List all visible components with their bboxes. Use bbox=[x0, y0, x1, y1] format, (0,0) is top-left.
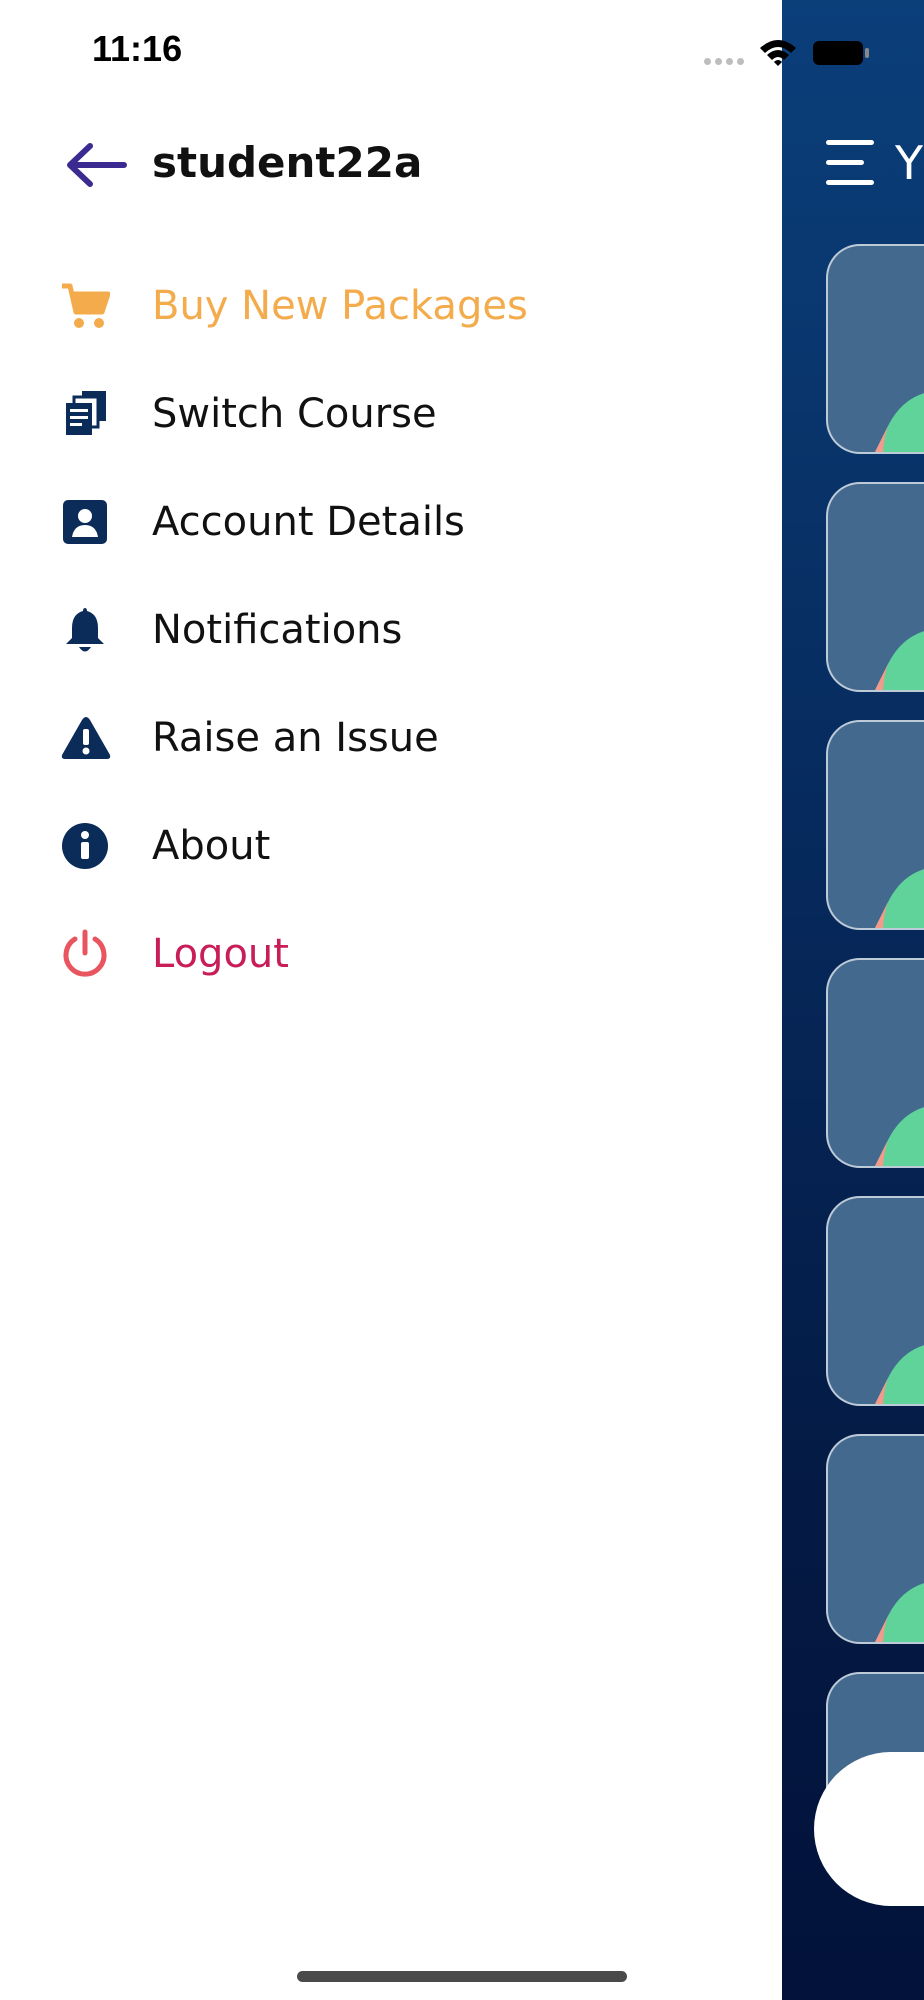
switch-course-icon bbox=[66, 391, 106, 435]
hamburger-menu-icon[interactable] bbox=[826, 138, 882, 186]
menu-item-label: Account Details bbox=[152, 499, 465, 545]
avatar-illustration-icon bbox=[875, 1107, 924, 1166]
menu-item-label: Notifications bbox=[152, 607, 403, 653]
menu-item-notifications[interactable]: Notifications bbox=[60, 590, 740, 670]
menu-item-account-details[interactable]: Account Details bbox=[60, 482, 740, 562]
menu-item-about[interactable]: About bbox=[60, 806, 740, 886]
signal-dot-icon bbox=[704, 58, 711, 65]
course-card[interactable] bbox=[826, 244, 924, 454]
home-indicator[interactable] bbox=[297, 1971, 627, 1982]
main-screen-title: Y bbox=[895, 136, 924, 190]
back-arrow-icon[interactable] bbox=[64, 140, 128, 190]
course-card[interactable] bbox=[826, 958, 924, 1168]
signal-dot-icon bbox=[737, 58, 744, 65]
bell-icon bbox=[66, 608, 104, 652]
course-card[interactable] bbox=[826, 720, 924, 930]
power-icon bbox=[63, 929, 107, 977]
battery-icon bbox=[813, 41, 869, 65]
signal-dot-icon bbox=[715, 58, 722, 65]
warning-icon bbox=[61, 717, 111, 759]
menu-item-raise-an-issue[interactable]: Raise an Issue bbox=[60, 698, 740, 778]
menu-item-label: Switch Course bbox=[152, 391, 437, 437]
wifi-icon bbox=[760, 40, 796, 66]
menu-item-label: Buy New Packages bbox=[152, 283, 528, 329]
avatar-illustration-icon bbox=[875, 1345, 924, 1404]
status-time: 11:16 bbox=[92, 28, 183, 69]
username: student22a bbox=[152, 138, 423, 187]
cart-icon bbox=[62, 283, 110, 328]
menu-item-label: Logout bbox=[152, 931, 289, 977]
menu-item-logout[interactable]: Logout bbox=[60, 914, 740, 994]
course-card[interactable] bbox=[826, 482, 924, 692]
menu-item-label: About bbox=[152, 823, 271, 869]
avatar-illustration-icon bbox=[875, 869, 924, 928]
course-card[interactable] bbox=[826, 1196, 924, 1406]
account-card-icon bbox=[63, 500, 107, 544]
menu-item-switch-course[interactable]: Switch Course bbox=[60, 374, 740, 454]
avatar-illustration-icon bbox=[875, 393, 924, 452]
menu-item-buy-new-packages[interactable]: Buy New Packages bbox=[60, 266, 740, 346]
signal-dot-icon bbox=[726, 58, 733, 65]
avatar-illustration-icon bbox=[875, 1583, 924, 1642]
avatar-illustration-icon bbox=[875, 631, 924, 690]
main-screen-background: Y bbox=[782, 0, 924, 2000]
info-icon bbox=[62, 823, 108, 869]
menu-item-label: Raise an Issue bbox=[152, 715, 439, 761]
navigation-drawer: 11:16 student22a Buy New Packages Switch… bbox=[0, 0, 869, 2000]
course-card[interactable] bbox=[826, 1434, 924, 1644]
